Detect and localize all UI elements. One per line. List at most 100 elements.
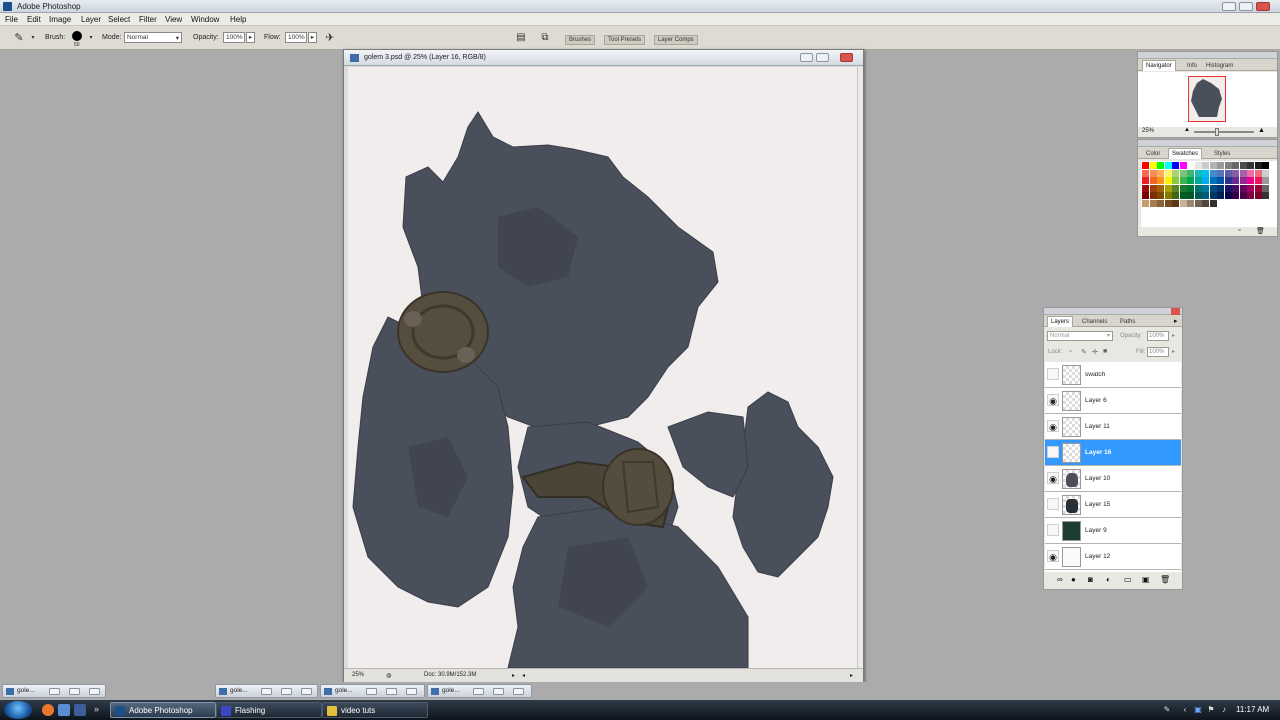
brush-preview[interactable] <box>72 31 82 41</box>
tab-info[interactable]: Info <box>1183 60 1201 71</box>
close-window-button[interactable] <box>1256 2 1270 11</box>
tool-preset-dropdown-icon[interactable]: ▾ <box>26 31 40 45</box>
color-swatch[interactable] <box>1202 162 1209 169</box>
doc-maximize-button[interactable] <box>816 53 829 62</box>
color-swatch[interactable] <box>1187 177 1194 184</box>
layer-row[interactable]: swatch <box>1045 362 1181 388</box>
color-swatch[interactable] <box>1232 199 1239 207</box>
task-adobe-photoshop[interactable]: Adobe Photoshop <box>110 702 216 718</box>
color-swatch[interactable] <box>1239 169 1247 177</box>
color-swatch[interactable] <box>1254 162 1262 169</box>
color-swatch[interactable] <box>1142 177 1149 184</box>
airbrush-icon[interactable]: ✈ <box>323 31 337 45</box>
color-swatch[interactable] <box>1179 169 1187 177</box>
tray-volume-icon[interactable]: ♪ <box>1219 705 1229 715</box>
navigator-preview[interactable] <box>1138 72 1277 127</box>
color-swatch[interactable] <box>1232 162 1239 169</box>
color-swatch[interactable] <box>1254 199 1262 207</box>
layer-opacity-input[interactable]: 100% <box>1147 331 1169 341</box>
color-swatch[interactable] <box>1262 184 1269 192</box>
color-swatch[interactable] <box>1202 184 1209 192</box>
menu-layer[interactable]: Layer <box>81 15 101 24</box>
close-button[interactable] <box>301 688 312 695</box>
show-desktop-icon[interactable] <box>58 704 70 716</box>
color-swatch[interactable] <box>1142 184 1149 192</box>
restore-button[interactable] <box>261 688 272 695</box>
color-swatch[interactable] <box>1187 162 1194 169</box>
color-swatch[interactable] <box>1172 192 1179 199</box>
color-swatch[interactable] <box>1254 177 1262 184</box>
color-swatch[interactable] <box>1217 162 1224 169</box>
color-swatch[interactable] <box>1179 184 1187 192</box>
scroll-left-arrow-icon[interactable]: ◂ <box>522 672 525 679</box>
color-swatch[interactable] <box>1202 199 1209 207</box>
blend-mode-select[interactable]: Normal ▾ <box>1047 331 1113 341</box>
visibility-toggle[interactable] <box>1047 368 1059 380</box>
maximize-button[interactable] <box>386 688 397 695</box>
image-canvas[interactable] <box>348 67 859 668</box>
menu-select[interactable]: Select <box>108 15 130 24</box>
tab-histogram[interactable]: Histogram <box>1202 60 1237 71</box>
color-swatch[interactable] <box>1157 162 1164 169</box>
color-swatch[interactable] <box>1217 199 1224 207</box>
menu-filter[interactable]: Filter <box>139 15 157 24</box>
tab-navigator[interactable]: Navigator <box>1142 60 1176 71</box>
menu-help[interactable]: Help <box>230 15 246 24</box>
document-title-bar[interactable]: golem 3.psd @ 25% (Layer 16, RGB/8) <box>344 50 863 66</box>
adjustment-layer-icon[interactable]: ◐ <box>1106 575 1111 584</box>
menu-image[interactable]: Image <box>49 15 71 24</box>
task-video-tuts[interactable]: video tuts <box>322 702 428 718</box>
visibility-toggle[interactable] <box>1047 524 1059 536</box>
color-swatch[interactable] <box>1157 192 1164 199</box>
color-swatch[interactable] <box>1209 177 1217 184</box>
panel-menu-arrow-icon[interactable]: ▸ <box>1174 317 1178 325</box>
link-layers-icon[interactable]: ∞ <box>1057 575 1063 584</box>
color-swatch[interactable] <box>1224 177 1232 184</box>
color-swatch[interactable] <box>1217 184 1224 192</box>
menu-edit[interactable]: Edit <box>27 15 41 24</box>
eye-icon[interactable]: ◉ <box>1047 394 1059 406</box>
color-swatch[interactable] <box>1172 162 1179 169</box>
tray-security-icon[interactable]: ⚑ <box>1206 705 1216 715</box>
color-swatch[interactable] <box>1232 192 1239 199</box>
color-swatch[interactable] <box>1239 192 1247 199</box>
color-swatch[interactable] <box>1164 177 1172 184</box>
lock-all-icon[interactable]: ■ <box>1103 348 1107 355</box>
layer-row[interactable]: ◉ Layer 12 <box>1045 544 1181 570</box>
lock-image-icon[interactable]: ✎ <box>1081 348 1087 356</box>
minimized-document[interactable]: gole... <box>320 684 425 698</box>
color-swatch[interactable] <box>1187 184 1194 192</box>
color-swatch[interactable] <box>1232 184 1239 192</box>
color-swatch[interactable] <box>1194 169 1202 177</box>
tray-pen-icon[interactable]: ✎ <box>1162 705 1172 715</box>
delete-layer-icon[interactable]: 🗑 <box>1160 575 1170 584</box>
layer-opacity-arrow-icon[interactable]: ▸ <box>1172 332 1175 339</box>
color-swatch[interactable] <box>1194 162 1202 169</box>
color-swatch[interactable] <box>1239 162 1247 169</box>
menu-file[interactable]: File <box>5 15 18 24</box>
color-swatch[interactable] <box>1262 169 1269 177</box>
color-swatch[interactable] <box>1187 192 1194 199</box>
swatch-grid[interactable] <box>1141 161 1277 227</box>
color-swatch[interactable] <box>1179 162 1187 169</box>
color-swatch[interactable] <box>1149 199 1157 207</box>
minimized-document[interactable]: gole... <box>215 684 318 698</box>
maximize-button[interactable] <box>69 688 80 695</box>
color-swatch[interactable] <box>1164 184 1172 192</box>
eye-icon[interactable]: ◉ <box>1047 550 1059 562</box>
brush-dropdown-icon[interactable]: ▾ <box>84 31 98 45</box>
color-swatch[interactable] <box>1224 184 1232 192</box>
color-swatch[interactable] <box>1164 162 1172 169</box>
color-swatch[interactable] <box>1172 184 1179 192</box>
layers-panel-close-icon[interactable] <box>1171 308 1180 315</box>
navigator-view-box[interactable] <box>1188 76 1226 122</box>
color-swatch[interactable] <box>1202 192 1209 199</box>
tray-expand-icon[interactable]: ‹ <box>1180 705 1190 715</box>
layer-row[interactable]: ◉ Layer 11 <box>1045 414 1181 440</box>
lock-position-icon[interactable]: ✛ <box>1092 348 1098 356</box>
vertical-scrollbar[interactable] <box>857 67 863 668</box>
minimize-window-button[interactable] <box>1222 2 1236 11</box>
maximize-button[interactable] <box>281 688 292 695</box>
swatches-panel-header[interactable] <box>1138 140 1277 147</box>
color-swatch[interactable] <box>1164 199 1172 207</box>
